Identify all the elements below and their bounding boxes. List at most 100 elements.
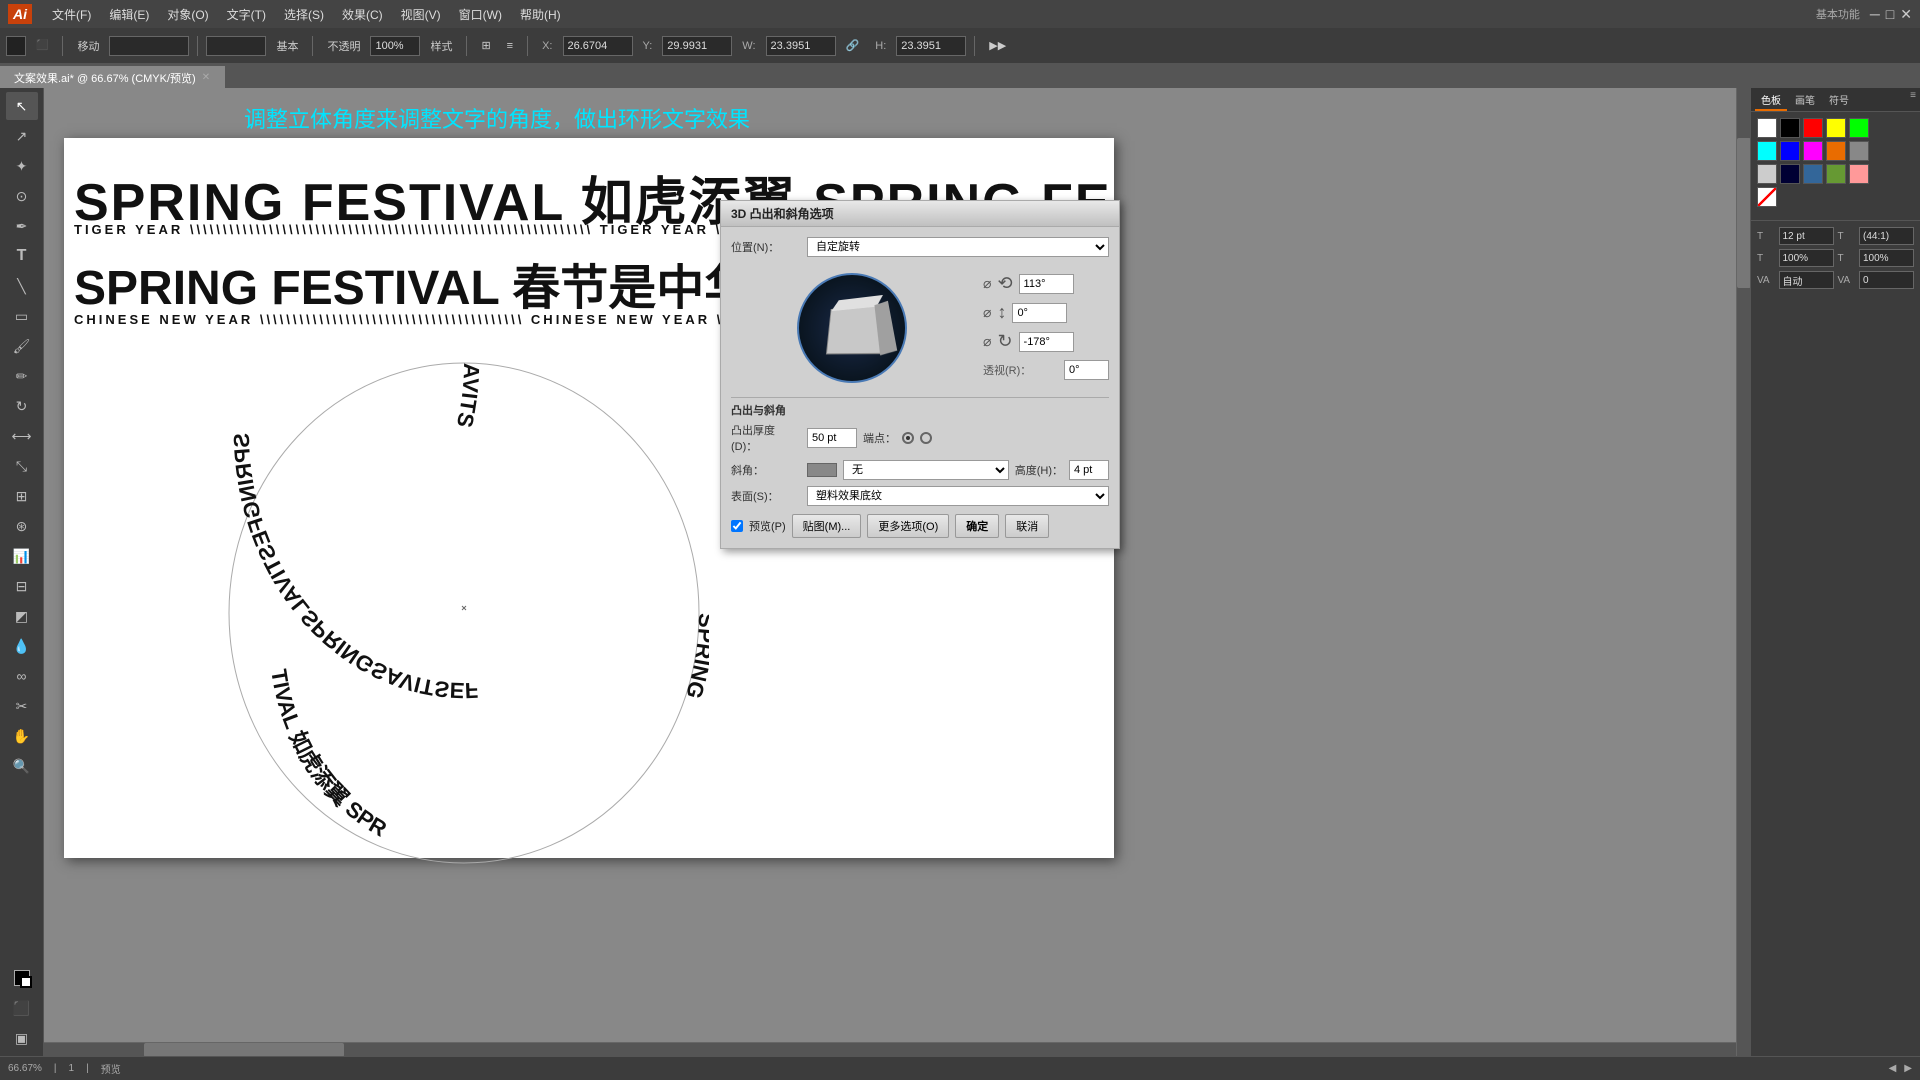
- tracking-input[interactable]: [1859, 271, 1914, 289]
- surface-select[interactable]: 塑料效果底纹: [807, 486, 1109, 506]
- basic-input[interactable]: [206, 36, 266, 56]
- angle2-input[interactable]: [1012, 303, 1067, 323]
- symbol-sprayer-tool[interactable]: ⊛: [6, 512, 38, 540]
- rotate-tool[interactable]: ↻: [6, 392, 38, 420]
- dialog-title[interactable]: 3D 凸出和斜角选项: [721, 201, 1119, 227]
- direct-select-tool[interactable]: ↗: [6, 122, 38, 150]
- bevel-select[interactable]: 无: [843, 460, 1009, 480]
- tab-close-btn[interactable]: ✕: [202, 72, 210, 83]
- swatch-teal[interactable]: [1803, 164, 1823, 184]
- rpanel-tab-brushes[interactable]: 画笔: [1789, 90, 1821, 111]
- link-btn[interactable]: 🔗: [840, 37, 866, 54]
- ok-button[interactable]: 确定: [955, 514, 999, 538]
- zoom-tool[interactable]: 🔍: [6, 752, 38, 780]
- free-transform-tool[interactable]: ⊞: [6, 482, 38, 510]
- preview-checkbox[interactable]: [731, 520, 743, 532]
- panel-menu-btn[interactable]: ≡: [1910, 90, 1916, 111]
- y-input[interactable]: [662, 36, 732, 56]
- eyedropper-tool[interactable]: 💧: [6, 632, 38, 660]
- swatch-green[interactable]: [1849, 118, 1869, 138]
- more-options-button[interactable]: 更多选项(O): [867, 514, 949, 538]
- hand-tool[interactable]: ✋: [6, 722, 38, 750]
- menu-file[interactable]: 文件(F): [44, 4, 99, 25]
- paintbrush-tool[interactable]: 🖌: [6, 332, 38, 360]
- swatch-red[interactable]: [1803, 118, 1823, 138]
- cap-radio-2[interactable]: [920, 432, 932, 444]
- minimize-btn[interactable]: ─: [1870, 6, 1880, 22]
- x-input[interactable]: [563, 36, 633, 56]
- transform-btn[interactable]: ⊞: [475, 37, 496, 54]
- menu-select[interactable]: 选择(S): [276, 4, 332, 25]
- menu-effect[interactable]: 效果(C): [334, 4, 391, 25]
- swatch-blue[interactable]: [1780, 141, 1800, 161]
- menu-view[interactable]: 视图(V): [393, 4, 449, 25]
- blend-tool[interactable]: ∞: [6, 662, 38, 690]
- swatch-darkblue[interactable]: [1780, 164, 1800, 184]
- rpanel-tab-symbols[interactable]: 符号: [1823, 90, 1855, 111]
- cancel-button[interactable]: 联消: [1005, 514, 1049, 538]
- rect-tool[interactable]: ▭: [6, 302, 38, 330]
- swatch-yellow[interactable]: [1826, 118, 1846, 138]
- position-select[interactable]: 自定旋转: [807, 237, 1109, 257]
- angle1-input[interactable]: [1019, 274, 1074, 294]
- h-input[interactable]: [896, 36, 966, 56]
- font-size-input[interactable]: [1779, 227, 1834, 245]
- hscroll-thumb[interactable]: [144, 1043, 344, 1057]
- more-btn[interactable]: ▶▶: [983, 37, 1012, 54]
- hscale-input[interactable]: [1779, 249, 1834, 267]
- line-tool[interactable]: ╲: [6, 272, 38, 300]
- type-tool[interactable]: T: [6, 242, 38, 270]
- swatch-magenta[interactable]: [1803, 141, 1823, 161]
- map-button[interactable]: 贴图(M)...: [792, 514, 862, 538]
- reflect-tool[interactable]: ⟷: [6, 422, 38, 450]
- swatch-lightgray[interactable]: [1757, 164, 1777, 184]
- scale-tool[interactable]: ⤡: [6, 452, 38, 480]
- extrude-depth-input[interactable]: [807, 428, 857, 448]
- angle3-input[interactable]: [1019, 332, 1074, 352]
- swatch-cyan[interactable]: [1757, 141, 1777, 161]
- pencil-tool[interactable]: ✏: [6, 362, 38, 390]
- vscroll-thumb[interactable]: [1737, 138, 1751, 288]
- active-tab[interactable]: 文案效果.ai* @ 66.67% (CMYK/预览) ✕: [0, 66, 225, 88]
- swatch-pink[interactable]: [1849, 164, 1869, 184]
- magic-wand-tool[interactable]: ✦: [6, 152, 38, 180]
- lasso-tool[interactable]: ⊙: [6, 182, 38, 210]
- lead-input[interactable]: [1859, 227, 1914, 245]
- fill-color[interactable]: [6, 36, 26, 56]
- nav-next[interactable]: ▶: [1904, 1063, 1912, 1074]
- rotation-widget[interactable]: [797, 273, 907, 383]
- mesh-tool[interactable]: ⊟: [6, 572, 38, 600]
- close-btn[interactable]: ✕: [1900, 6, 1912, 23]
- swatch-none[interactable]: [1757, 187, 1777, 207]
- cap-radio-1[interactable]: [902, 432, 914, 444]
- move-input[interactable]: [109, 36, 189, 56]
- stroke-toggle[interactable]: ⬛: [30, 38, 54, 53]
- zoom-input[interactable]: [370, 36, 420, 56]
- perspective-input[interactable]: [1064, 360, 1109, 380]
- swatch-orange[interactable]: [1826, 141, 1846, 161]
- drawing-mode-tool[interactable]: ⬛: [6, 994, 38, 1022]
- scissors-tool[interactable]: ✂: [6, 692, 38, 720]
- w-input[interactable]: [766, 36, 836, 56]
- screen-mode-tool[interactable]: ▣: [6, 1024, 38, 1052]
- pen-tool[interactable]: ✒: [6, 212, 38, 240]
- menu-object[interactable]: 对象(O): [159, 4, 216, 25]
- menu-help[interactable]: 帮助(H): [512, 4, 569, 25]
- move-tool-label[interactable]: 移动: [71, 36, 105, 56]
- swatch-gray[interactable]: [1849, 141, 1869, 161]
- maximize-btn[interactable]: □: [1886, 6, 1894, 22]
- fill-stroke-tool[interactable]: [6, 964, 38, 992]
- kerning-input[interactable]: [1779, 271, 1834, 289]
- swatch-olive[interactable]: [1826, 164, 1846, 184]
- vscale-input[interactable]: [1859, 249, 1914, 267]
- vertical-scrollbar[interactable]: [1736, 88, 1750, 1056]
- menu-text[interactable]: 文字(T): [219, 4, 274, 25]
- nav-prev[interactable]: ◀: [1889, 1063, 1897, 1074]
- swatch-black[interactable]: [1780, 118, 1800, 138]
- swatch-white[interactable]: [1757, 118, 1777, 138]
- rpanel-tab-swatches[interactable]: 色板: [1755, 90, 1787, 111]
- menu-window[interactable]: 窗口(W): [451, 4, 510, 25]
- gradient-tool[interactable]: ◩: [6, 602, 38, 630]
- height-input[interactable]: [1069, 460, 1109, 480]
- align-btn[interactable]: ≡: [501, 38, 519, 54]
